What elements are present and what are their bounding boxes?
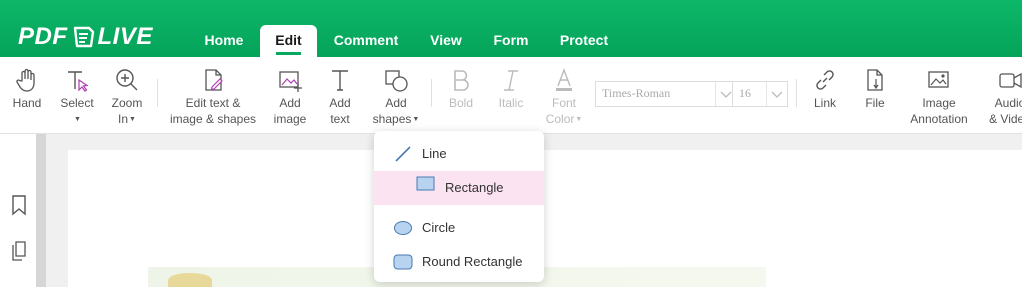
chevron-down-icon: ▼ bbox=[575, 115, 583, 123]
file-attach-icon bbox=[867, 69, 883, 91]
font-color-label-text: Font Color bbox=[545, 96, 576, 126]
chevron-down-icon: ▼ bbox=[129, 115, 136, 123]
image-annotation-label: Image Annotation bbox=[910, 96, 968, 126]
font-size-select[interactable]: 16 bbox=[732, 81, 788, 107]
top-bar: PDF LIVE Home Edit Comment View Form Pro… bbox=[0, 0, 1022, 57]
add-image-button[interactable]: Add image bbox=[266, 57, 314, 133]
app-logo[interactable]: PDF LIVE bbox=[18, 23, 153, 51]
bookmark-icon[interactable] bbox=[10, 194, 28, 216]
edit-toolbar: Hand Select ▼ Zoom In▼ Edit text & image … bbox=[0, 57, 1022, 134]
italic-label: Italic bbox=[498, 96, 524, 110]
tab-comment[interactable]: Comment bbox=[326, 25, 406, 57]
add-image-icon bbox=[279, 71, 302, 92]
zoom-label-text: Zoom In bbox=[111, 96, 143, 126]
font-family-select[interactable]: Times-Roman bbox=[595, 81, 737, 107]
menu-item-round-rectangle-label: Round Rectangle bbox=[422, 254, 523, 269]
add-shapes-label-text: Add shapes bbox=[372, 96, 412, 126]
hand-label: Hand bbox=[12, 96, 42, 110]
menu-item-line[interactable]: Line bbox=[374, 137, 544, 171]
menu-item-round-rectangle[interactable]: Round Rectangle bbox=[374, 245, 544, 279]
link-button[interactable]: Link bbox=[804, 57, 846, 133]
video-icon bbox=[999, 72, 1022, 89]
add-image-label: Add image bbox=[273, 96, 307, 126]
shapes-dropdown-menu: Line Rectangle Circle Round Rectangle bbox=[374, 131, 544, 282]
file-button[interactable]: File bbox=[854, 57, 896, 133]
font-color-label: Font Color▼ bbox=[540, 95, 588, 128]
rectangle-icon bbox=[416, 176, 435, 191]
link-icon bbox=[816, 70, 834, 90]
hand-icon bbox=[16, 68, 35, 92]
edit-text-image-shapes-button[interactable]: Edit text & image & shapes bbox=[166, 57, 260, 133]
tab-protect[interactable]: Protect bbox=[550, 25, 618, 57]
chevron-down-icon: ▼ bbox=[412, 115, 420, 123]
font-size-value: 16 bbox=[739, 86, 751, 100]
chevron-down-icon bbox=[771, 91, 783, 98]
panel-divider bbox=[36, 134, 46, 287]
menu-item-rectangle-label: Rectangle bbox=[445, 180, 504, 195]
tab-view[interactable]: View bbox=[420, 25, 472, 57]
audio-video-label: Audio & Video bbox=[989, 96, 1022, 126]
menu-item-circle[interactable]: Circle bbox=[374, 211, 544, 245]
toolbar-divider bbox=[796, 79, 797, 107]
circle-icon bbox=[394, 221, 412, 235]
active-tab-indicator bbox=[276, 52, 301, 55]
font-color-icon bbox=[556, 68, 572, 91]
zoom-in-button[interactable]: Zoom In▼ bbox=[104, 57, 150, 133]
italic-button[interactable]: Italic bbox=[490, 57, 532, 133]
tab-form[interactable]: Form bbox=[486, 25, 536, 57]
select-tool-button[interactable]: Select ▼ bbox=[54, 57, 100, 133]
tab-home-label: Home bbox=[204, 32, 244, 48]
tab-protect-label: Protect bbox=[559, 32, 609, 48]
font-color-button[interactable]: Font Color▼ bbox=[540, 57, 588, 133]
tab-comment-label: Comment bbox=[333, 32, 399, 48]
bold-button[interactable]: Bold bbox=[440, 57, 482, 133]
bold-icon bbox=[454, 70, 469, 91]
hand-tool-button[interactable]: Hand bbox=[4, 57, 50, 133]
add-text-label: Add text bbox=[329, 96, 351, 126]
edit-document-icon bbox=[205, 69, 223, 91]
add-text-icon bbox=[332, 70, 348, 91]
logo-text-left: PDF bbox=[18, 23, 68, 50]
font-family-value: Times-Roman bbox=[602, 86, 671, 100]
add-text-button[interactable]: Add text bbox=[318, 57, 362, 133]
zoom-label: Zoom In▼ bbox=[104, 95, 150, 128]
menu-item-line-label: Line bbox=[422, 146, 447, 161]
logo-text-right: LIVE bbox=[97, 23, 153, 50]
audio-video-button[interactable]: Audio & Video bbox=[984, 57, 1022, 133]
add-shapes-label: Add shapes▼ bbox=[370, 95, 422, 128]
menu-item-rectangle[interactable]: Rectangle bbox=[374, 171, 544, 205]
pages-icon[interactable] bbox=[10, 240, 28, 262]
edit-text-label: Edit text & image & shapes bbox=[169, 96, 257, 126]
tab-edit-label: Edit bbox=[275, 32, 302, 48]
toolbar-divider bbox=[431, 79, 432, 107]
select-label: Select ▼ bbox=[54, 95, 100, 128]
font-size-dropdown[interactable] bbox=[766, 82, 787, 106]
toolbar-divider bbox=[157, 79, 158, 107]
text-select-icon bbox=[68, 71, 89, 92]
link-label: Link bbox=[813, 96, 836, 110]
left-panel bbox=[0, 134, 36, 287]
logo-document-icon bbox=[73, 26, 94, 48]
zoom-in-icon bbox=[116, 69, 138, 91]
tab-view-label: View bbox=[430, 32, 462, 48]
italic-icon bbox=[504, 70, 518, 91]
select-label-text: Select bbox=[60, 96, 94, 110]
tab-edit[interactable]: Edit bbox=[260, 25, 317, 57]
add-shapes-button[interactable]: Add shapes▼ bbox=[370, 57, 422, 133]
tab-form-label: Form bbox=[493, 32, 529, 48]
file-label: File bbox=[865, 96, 885, 110]
round-rectangle-icon bbox=[393, 254, 413, 270]
image-annotation-icon bbox=[928, 71, 949, 88]
menu-item-circle-label: Circle bbox=[422, 220, 456, 235]
shapes-icon bbox=[385, 70, 408, 92]
line-icon bbox=[395, 146, 411, 162]
chevron-down-icon: ▼ bbox=[74, 115, 81, 123]
tab-home[interactable]: Home bbox=[195, 25, 253, 57]
image-annotation-button[interactable]: Image Annotation bbox=[904, 57, 974, 133]
image-detail bbox=[168, 273, 212, 287]
bold-label: Bold bbox=[448, 96, 474, 110]
